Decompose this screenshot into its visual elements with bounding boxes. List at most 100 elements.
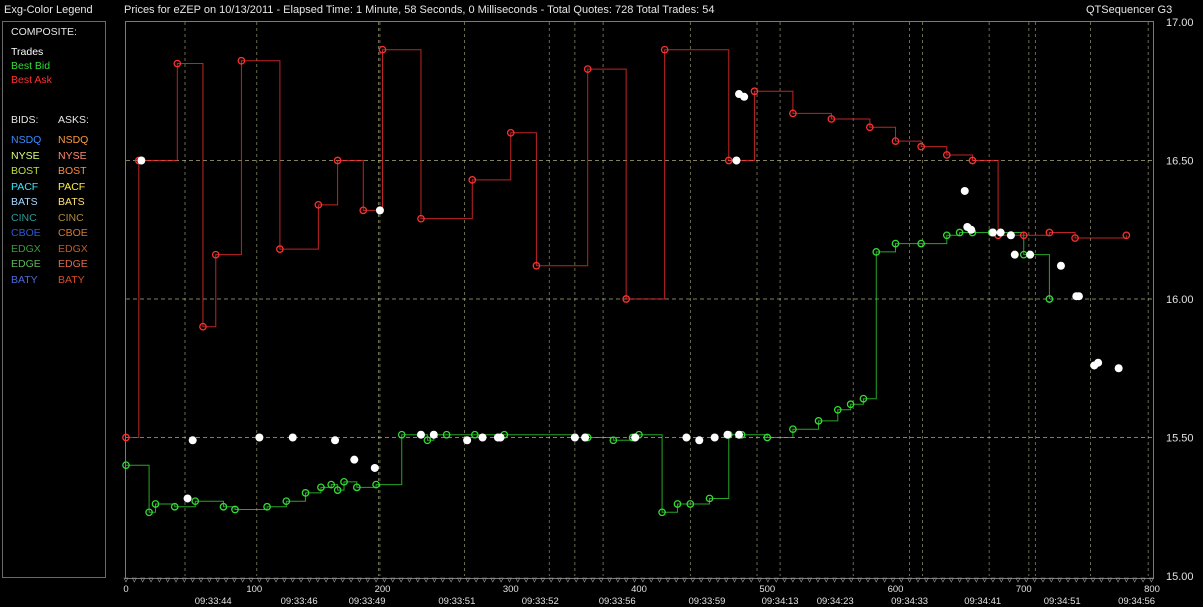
- x-axis-tick-marker: [573, 577, 579, 583]
- x-axis-tick-marker: [273, 577, 279, 583]
- y-tick-label: 15.50: [1166, 433, 1194, 445]
- x-tick-label: 0: [123, 584, 128, 595]
- trade-point: [1010, 250, 1019, 259]
- series-line-best-bid: [126, 232, 1050, 513]
- x-axis-tick-marker: [548, 577, 554, 583]
- x-axis-tick-marker: [765, 577, 771, 583]
- x-axis-tick-marker: [1073, 577, 1079, 583]
- x-axis-tick-marker: [1115, 577, 1121, 583]
- x-axis-tick-marker: [582, 577, 587, 583]
- trade-point: [478, 433, 487, 442]
- x-axis-tick-marker: [748, 577, 754, 583]
- x-axis-tick-marker: [848, 577, 854, 583]
- x-axis-tick-marker: [523, 577, 529, 583]
- time-label: 09:34:23: [817, 596, 854, 607]
- x-axis-tick-marker: [1015, 577, 1021, 583]
- x-axis-tick-marker: [757, 577, 763, 583]
- x-axis-tick-marker: [540, 577, 546, 583]
- x-axis-tick-marker: [231, 577, 237, 583]
- x-axis-tick-marker: [290, 577, 296, 583]
- x-axis-tick-marker: [315, 577, 321, 583]
- x-axis-tick-marker: [790, 577, 796, 583]
- trade-point: [463, 436, 472, 445]
- x-axis-tick-marker: [298, 577, 304, 583]
- x-axis-tick-marker: [131, 577, 137, 583]
- x-axis-tick-marker: [190, 577, 196, 583]
- x-tick-label: 400: [631, 584, 647, 595]
- x-axis-tick-marker: [490, 577, 496, 583]
- x-axis-tick-marker: [932, 577, 938, 583]
- trade-point: [710, 433, 719, 442]
- trade-point: [188, 436, 197, 445]
- x-axis-tick-marker: [240, 577, 246, 583]
- x-axis-tick-marker: [657, 577, 663, 583]
- time-label: 09:33:56: [599, 596, 636, 607]
- x-axis-tick-marker: [206, 577, 212, 583]
- x-axis-tick-marker: [1048, 577, 1054, 583]
- trade-point: [370, 463, 379, 472]
- x-axis-tick-marker: [415, 577, 421, 583]
- x-axis-tick-marker: [440, 577, 446, 583]
- time-label: 09:34:41: [964, 596, 1001, 607]
- time-label: 09:34:51: [1044, 596, 1081, 607]
- x-axis-tick-marker: [531, 577, 537, 583]
- x-axis-tick-marker: [1065, 577, 1071, 583]
- x-axis-tick-marker: [732, 577, 738, 583]
- x-axis-tick-marker: [331, 577, 337, 583]
- trade-point: [581, 433, 590, 442]
- price-chart: 15.00 15.50 16.00 16.50 17.00 0 100 200 300 400 50…: [122, 17, 1194, 607]
- trade-point: [570, 433, 579, 442]
- y-tick-label: 16.00: [1166, 294, 1194, 306]
- x-axis-tick-marker: [707, 577, 713, 583]
- x-axis-tick-marker: [223, 577, 229, 583]
- x-axis-tick-marker: [165, 577, 171, 583]
- trade-point: [1094, 358, 1103, 367]
- trade-point: [967, 225, 976, 234]
- x-axis-tick-marker: [123, 577, 129, 583]
- trade-point: [996, 228, 1005, 237]
- x-axis-tick-marker: [957, 577, 963, 583]
- x-axis-tick-marker: [782, 577, 788, 583]
- x-axis-tick-marker: [1057, 577, 1063, 583]
- x-axis-tick-marker: [948, 577, 954, 583]
- trade-point: [960, 186, 969, 195]
- x-axis-tick-marker: [1032, 577, 1038, 583]
- x-tick-label: 500: [759, 584, 775, 595]
- trade-point: [988, 228, 997, 237]
- x-axis-tick-marker: [1148, 577, 1154, 583]
- x-axis-tick-marker: [690, 577, 696, 583]
- trade-point: [631, 433, 640, 442]
- x-axis-tick-marker: [256, 577, 262, 583]
- x-axis-tick-marker: [340, 577, 346, 583]
- x-axis-tick-marker: [515, 577, 521, 583]
- x-tick-label: 600: [888, 584, 904, 595]
- time-label: 09:33:59: [688, 596, 725, 607]
- x-axis-tick-marker: [723, 577, 729, 583]
- x-axis-tick-marker: [832, 577, 838, 583]
- x-axis-tick-marker: [423, 577, 429, 583]
- trade-point: [735, 430, 744, 439]
- x-axis-tick-marker: [1040, 577, 1046, 583]
- time-label: 09:33:44: [195, 596, 232, 607]
- x-axis-tick-marker: [1090, 577, 1096, 583]
- x-axis-tick-marker: [882, 577, 888, 583]
- x-axis-tick-marker: [807, 577, 813, 583]
- x-axis-tick-marker: [465, 577, 471, 583]
- x-axis-tick-marker: [381, 577, 387, 583]
- x-axis-tick-marker: [431, 577, 437, 583]
- y-tick-label: 16.50: [1166, 156, 1194, 168]
- x-axis-tick-marker: [923, 577, 929, 583]
- x-axis-tick-marker: [248, 577, 254, 583]
- x-axis-tick-marker: [215, 577, 221, 583]
- time-label: 09:33:51: [438, 596, 475, 607]
- x-axis-tick-marker: [698, 577, 704, 583]
- trade-point: [1056, 261, 1065, 270]
- x-axis-tick-marker: [156, 577, 162, 583]
- x-axis-tick-marker: [181, 577, 187, 583]
- time-label: 09:33:49: [349, 596, 386, 607]
- x-axis-tick-marker: [598, 577, 604, 583]
- trade-point: [496, 433, 505, 442]
- x-axis-tick-marker: [265, 577, 271, 583]
- x-axis-tick-marker: [648, 577, 654, 583]
- x-axis-tick-marker: [481, 577, 487, 583]
